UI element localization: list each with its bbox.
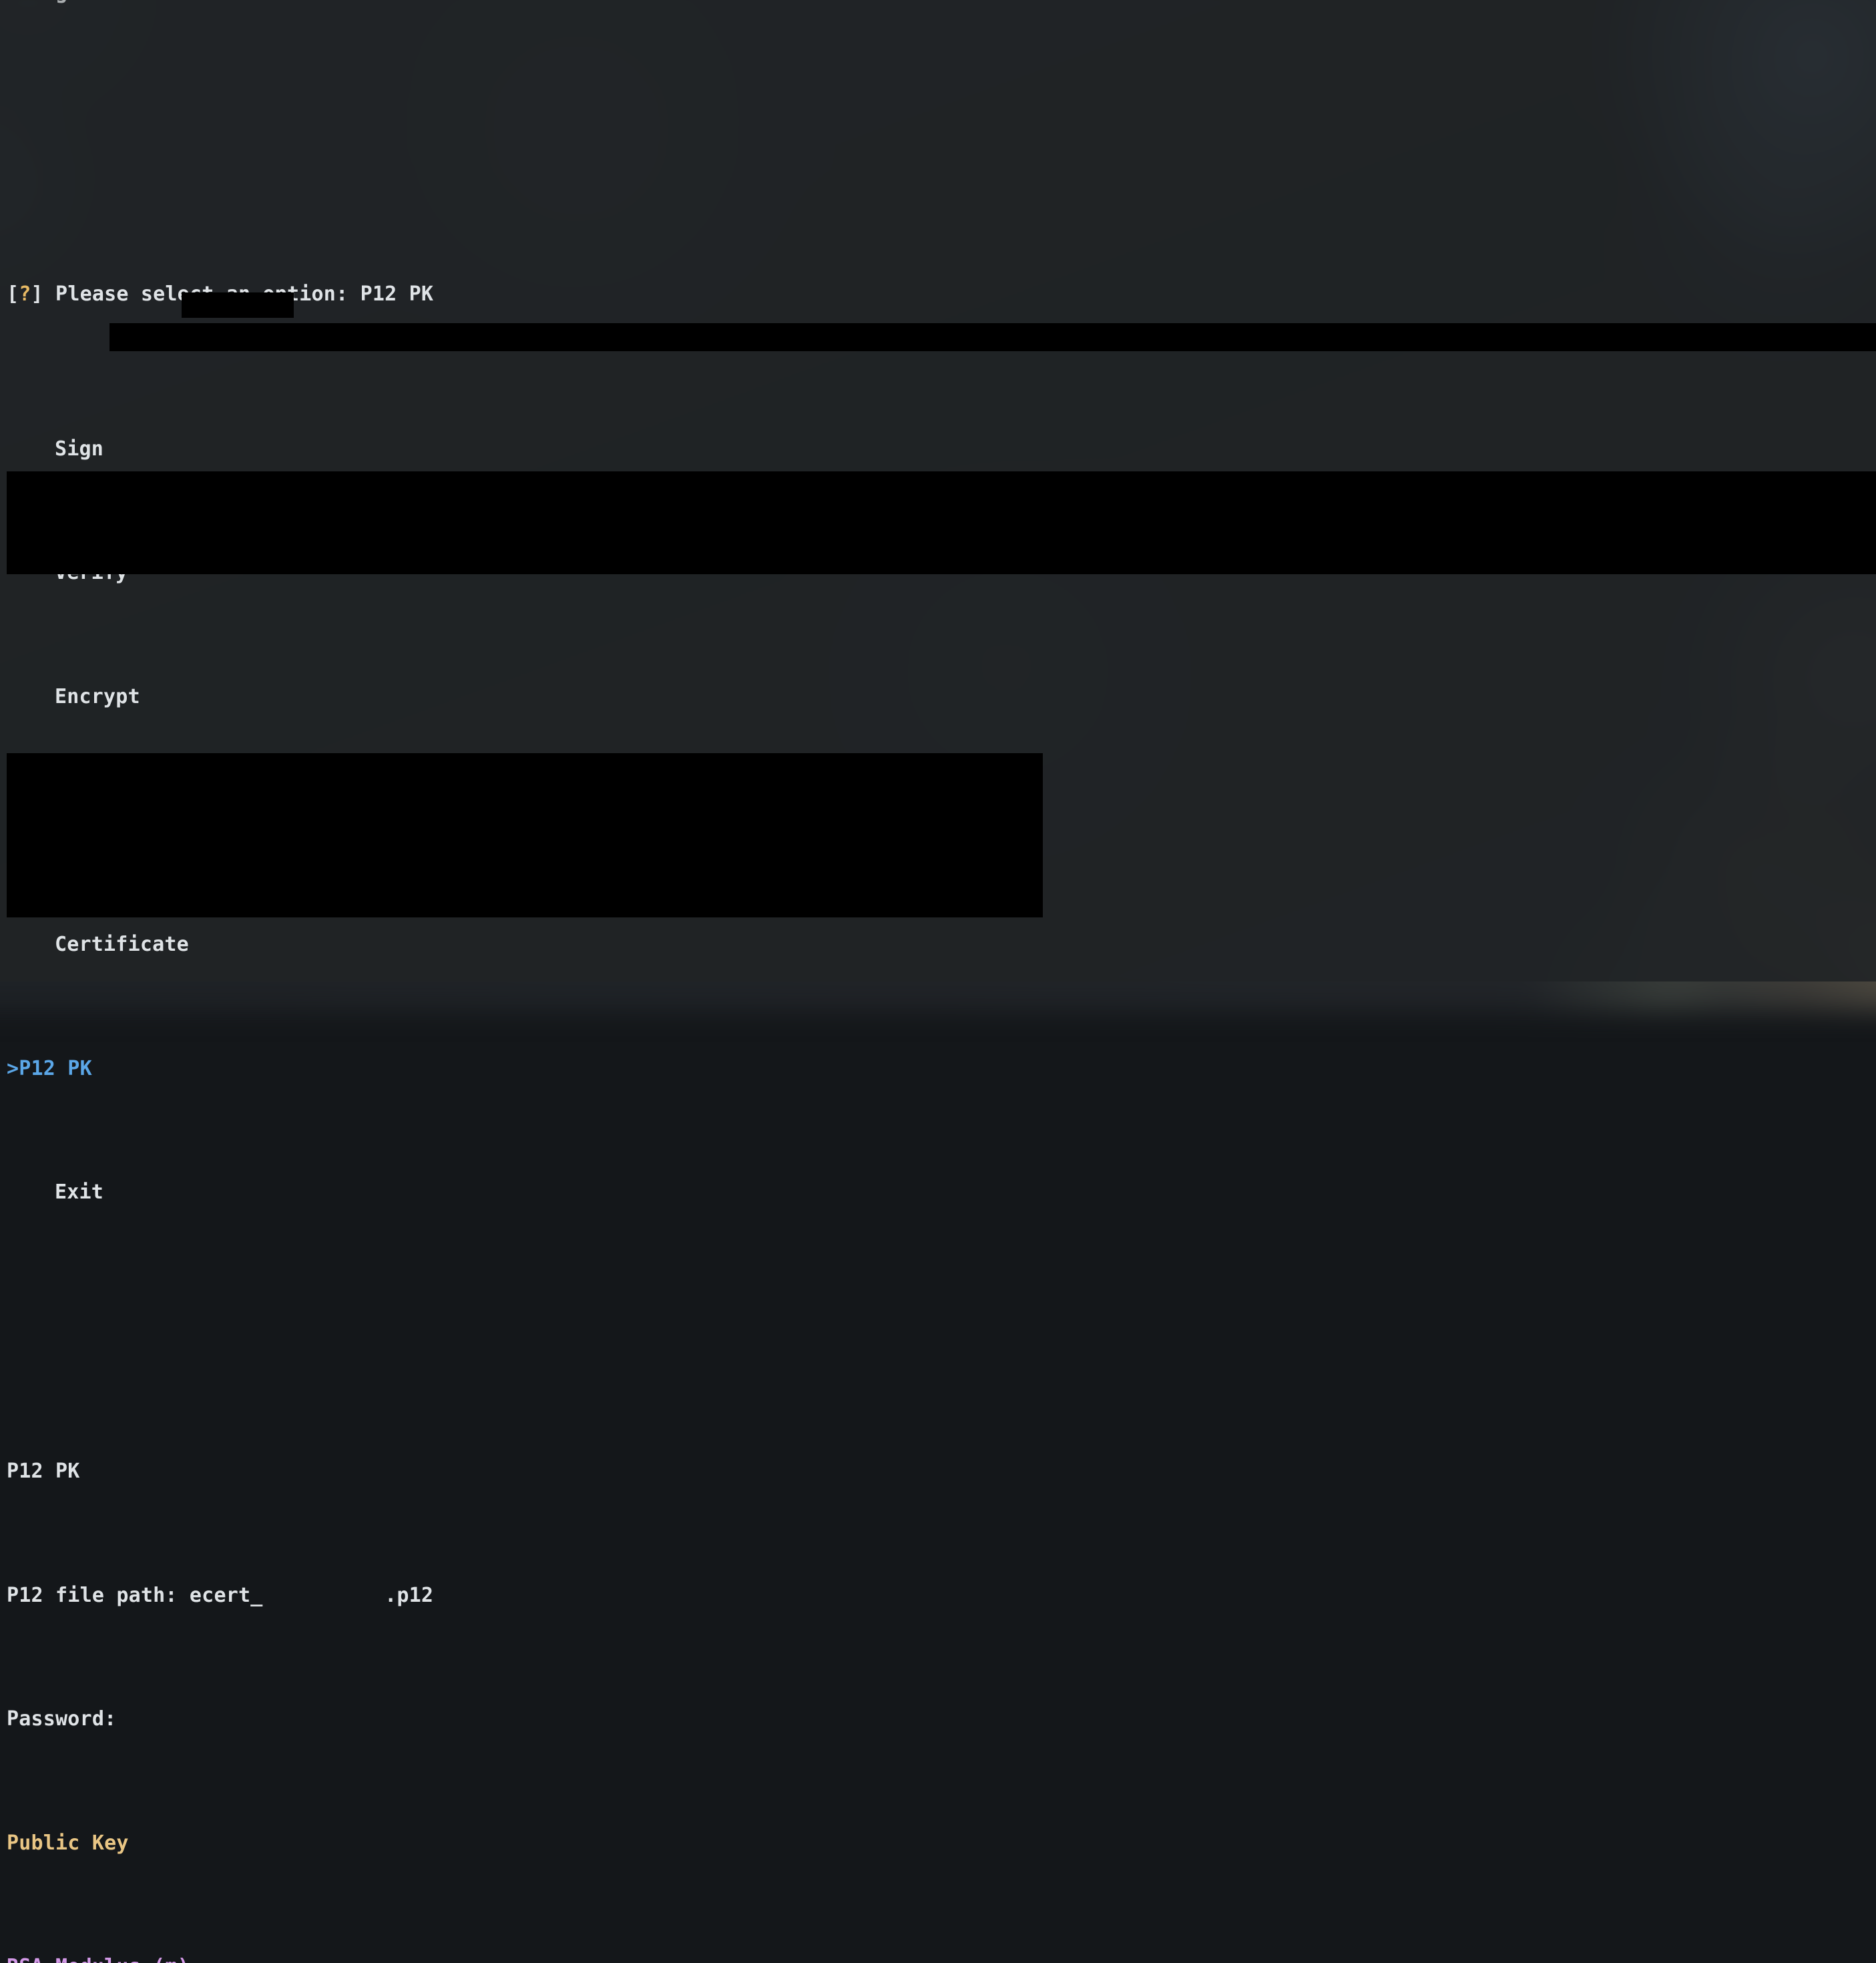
blank-line-1	[7, 1301, 1876, 1332]
prompt-answer: P12 PK	[348, 282, 433, 306]
menu-item-certificate[interactable]: Certificate	[7, 929, 1876, 960]
selection-cursor-icon: >	[7, 1057, 19, 1080]
password-line: Password:	[7, 1704, 1876, 1735]
menu-item-label: P12 PK	[19, 1057, 92, 1080]
redaction-bar-password	[109, 323, 1876, 351]
menu-item-label: Certificate	[55, 933, 189, 956]
menu-item-label: Exit	[55, 1180, 103, 1204]
file-path-suffix: .p12	[385, 1584, 433, 1607]
prompt-bracket-close: ]	[31, 282, 43, 306]
menu-item-label: Encrypt	[55, 685, 140, 708]
question-mark-icon: ?	[19, 282, 31, 306]
password-label: Password:	[7, 1707, 116, 1731]
file-path-redacted-spacer	[263, 1584, 385, 1607]
menu-item-p12-pk-selected[interactable]: >P12 PK	[7, 1054, 1876, 1084]
menu-item-label: Sign	[55, 437, 103, 461]
rsa-modulus-heading: RSA Modulus (m)	[7, 1952, 1876, 1963]
prompt-bracket-open: [	[7, 282, 19, 306]
menu-item-sign[interactable]: Sign	[7, 434, 1876, 465]
file-path-line: P12 file path: ecert_ .p12	[7, 1580, 1876, 1611]
clipped-top-line: Sign	[7, 0, 80, 8]
redaction-bar-filename	[182, 292, 294, 318]
output-mode-heading: P12 PK	[7, 1456, 1876, 1487]
terminal-window[interactable]: Sign [?] Please select an option: P12 PK…	[0, 0, 1876, 982]
redaction-bar-pem-block	[7, 753, 1043, 917]
redaction-bar-modulus-block	[7, 471, 1876, 574]
menu-item-exit[interactable]: Exit	[7, 1177, 1876, 1208]
file-path-label: P12 file path: ecert_	[7, 1584, 263, 1607]
menu-item-encrypt[interactable]: Encrypt	[7, 682, 1876, 712]
public-key-heading: Public Key	[7, 1828, 1876, 1859]
